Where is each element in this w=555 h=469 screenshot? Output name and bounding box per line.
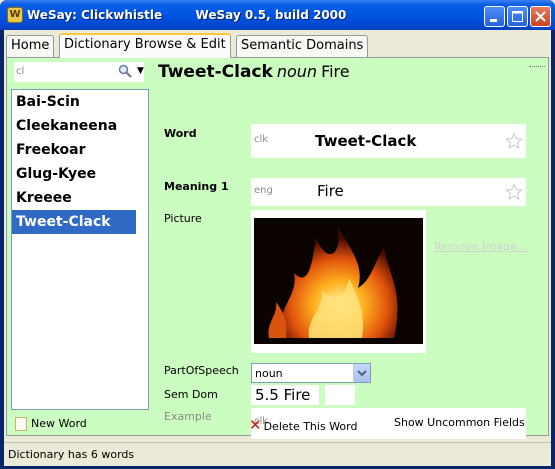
list-item[interactable]: Glug-Kyee bbox=[12, 162, 148, 186]
entry-gloss: Fire bbox=[321, 62, 350, 81]
meaning-writing-system: eng bbox=[254, 185, 273, 196]
picture-frame bbox=[251, 210, 426, 353]
delete-word-label: Delete This Word bbox=[263, 420, 358, 433]
picture-field-label: Picture bbox=[164, 212, 202, 225]
search-box: ▼ bbox=[14, 62, 144, 82]
word-field-value: Tweet-Clack bbox=[315, 132, 417, 150]
search-input[interactable] bbox=[16, 64, 111, 79]
list-item[interactable]: Freekoar bbox=[12, 138, 148, 162]
delete-word-button[interactable]: ✕ Delete This Word bbox=[249, 416, 357, 434]
show-uncommon-fields-button[interactable]: Show Uncommon Fields bbox=[394, 416, 525, 429]
tab-dictionary-browse-edit[interactable]: Dictionary Browse & Edit bbox=[59, 33, 231, 58]
semdom-field-value: 5.5 Fire bbox=[255, 386, 311, 404]
list-item[interactable]: Bai-Scin bbox=[12, 90, 148, 114]
list-item[interactable]: Tweet-Clack bbox=[12, 210, 136, 234]
pos-select-value: noun bbox=[255, 367, 283, 380]
star-icon[interactable] bbox=[505, 183, 523, 201]
word-list[interactable]: Bai-Scin Cleekaneena Freekoar Glug-Kyee Kree… bbox=[11, 89, 149, 410]
entry-pos: noun bbox=[276, 62, 318, 81]
new-word-label: New Word bbox=[31, 417, 87, 430]
minimize-button[interactable] bbox=[484, 6, 505, 27]
status-bar: Dictionary has 6 words bbox=[4, 442, 551, 466]
fire-image[interactable] bbox=[254, 218, 423, 344]
meaning-field[interactable]: eng Fire bbox=[251, 178, 526, 206]
meaning-field-value: Fire bbox=[317, 182, 344, 200]
remove-image-link[interactable]: Remove Image... bbox=[434, 240, 527, 253]
new-word-button[interactable]: New Word bbox=[15, 416, 87, 432]
app-icon: W bbox=[7, 7, 23, 23]
word-field-label: Word bbox=[164, 127, 197, 140]
list-item[interactable]: Kreeee bbox=[12, 186, 148, 210]
app-window: W WeSay: Clickwhistle WeSay 0.5, build 2… bbox=[0, 0, 555, 469]
semdom-field-label: Sem Dom bbox=[164, 388, 218, 401]
pos-select[interactable]: noun bbox=[251, 363, 371, 383]
entry-headword: Tweet-Clack bbox=[158, 62, 273, 82]
status-text: Dictionary has 6 words bbox=[8, 448, 135, 461]
pos-field-label: PartOfSpeech bbox=[164, 364, 239, 377]
entry-header: Tweet-Clack noun Fire bbox=[158, 62, 350, 82]
resize-grip[interactable] bbox=[529, 66, 545, 70]
window-title: WeSay: Clickwhistle WeSay 0.5, build 200… bbox=[27, 8, 347, 22]
star-icon[interactable] bbox=[505, 132, 523, 150]
delete-x-icon: ✕ bbox=[249, 416, 262, 434]
maximize-button[interactable] bbox=[507, 6, 528, 27]
new-page-icon bbox=[15, 417, 27, 431]
search-icon[interactable] bbox=[118, 64, 132, 78]
search-dropdown-arrow-icon[interactable]: ▼ bbox=[137, 66, 144, 76]
semdom-field[interactable]: 5.5 Fire bbox=[251, 385, 319, 405]
word-writing-system: clk bbox=[254, 134, 269, 145]
close-icon bbox=[535, 11, 546, 22]
title-bar[interactable]: W WeSay: Clickwhistle WeSay 0.5, build 2… bbox=[0, 0, 555, 30]
close-button[interactable] bbox=[530, 6, 551, 27]
tab-home[interactable]: Home bbox=[6, 35, 55, 57]
minimize-icon bbox=[490, 19, 497, 22]
client-area: Home Dictionary Browse & Edit Semantic D… bbox=[4, 30, 551, 466]
semdom-new-field[interactable] bbox=[325, 385, 355, 405]
list-item[interactable]: Cleekaneena bbox=[12, 114, 148, 138]
word-field[interactable]: clk Tweet-Clack bbox=[251, 124, 526, 158]
dictionary-panel: ▼ Bai-ScinCleekaneenaFreekoarGlug-KyeeKr… bbox=[6, 57, 549, 439]
maximize-icon bbox=[512, 11, 523, 22]
example-field-label: Example bbox=[164, 410, 212, 423]
tab-semantic-domains[interactable]: Semantic Domains bbox=[236, 35, 369, 57]
meaning-field-label: Meaning 1 bbox=[164, 180, 229, 193]
chevron-down-icon[interactable] bbox=[353, 364, 370, 382]
